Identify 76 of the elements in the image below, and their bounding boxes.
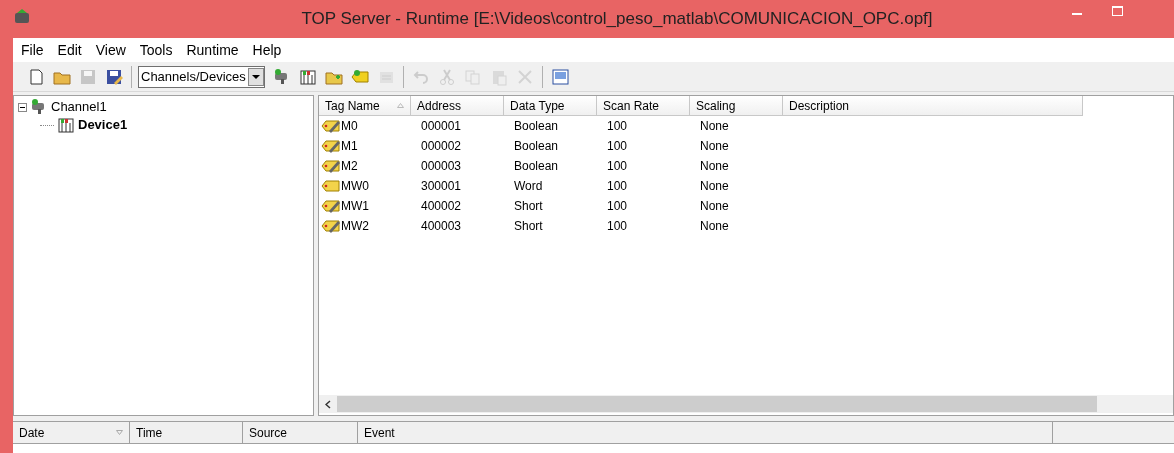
floppy-icon [79, 67, 97, 86]
table-cell-text: Word [514, 178, 543, 195]
column-header[interactable]: Date [13, 422, 130, 443]
table-cell-text: 100 [607, 218, 628, 235]
table-cell-text: Short [514, 218, 543, 235]
table-cell-text: None [700, 158, 729, 175]
tag-pencil-icon [321, 198, 341, 214]
table-cell-text: 100 [607, 158, 628, 175]
table-cell-text: 100 [607, 198, 628, 215]
app-icon [12, 6, 32, 26]
table-cell-text: Boolean [514, 118, 559, 135]
plug-icon [32, 99, 44, 114]
tag-name: M0 [341, 118, 358, 135]
scroll-left-icon[interactable] [325, 399, 331, 409]
menu-item[interactable]: Runtime [179, 39, 246, 61]
collapse-icon[interactable] [18, 102, 27, 112]
column-header[interactable]: Scan Rate [597, 96, 690, 116]
tag-pencil-icon [321, 138, 341, 154]
delete-icon [515, 67, 534, 86]
table-cell-text: 100 [607, 138, 628, 155]
dropdown-value: Channels/Devices [141, 67, 247, 86]
table-cell-text: 100 [607, 178, 628, 195]
minimize-icon [1072, 11, 1082, 15]
table-cell-text: None [700, 218, 729, 235]
menu-item[interactable]: View [88, 39, 133, 61]
column-header[interactable]: Scaling [690, 96, 783, 116]
tag-name: MW1 [341, 198, 369, 215]
horizontal-scrollbar[interactable] [319, 395, 1173, 413]
table-cell-text: 000001 [421, 118, 462, 135]
tag-pencil-icon [321, 118, 341, 134]
table-cell-text: 300001 [421, 178, 462, 195]
menu-item[interactable]: Edit [50, 39, 89, 61]
tag-name: M2 [341, 158, 358, 175]
scissors-icon [437, 67, 456, 86]
table-cell-text: Boolean [514, 138, 559, 155]
document-icon [27, 67, 45, 86]
menu-item[interactable]: Help [245, 39, 289, 61]
table-cell-text: None [700, 198, 729, 215]
column-header[interactable]: Event [358, 422, 1053, 443]
column-header[interactable]: Tag Name [319, 96, 411, 116]
column-header[interactable]: Time [130, 422, 243, 443]
tag-name: MW0 [341, 178, 369, 195]
sort-icon [397, 103, 404, 108]
scroll-thumb[interactable] [337, 396, 1097, 412]
tag-name: MW2 [341, 218, 369, 235]
tree-item[interactable]: Channel1 [51, 97, 107, 117]
view-dropdown[interactable]: Channels/Devices [138, 65, 265, 88]
menu-item[interactable]: Tools [132, 39, 180, 61]
tag-plus-icon [350, 67, 369, 86]
table-cell-text: 400003 [421, 218, 462, 235]
tag-icon [321, 178, 341, 194]
column-header[interactable]: Description [783, 96, 1083, 116]
tag-name: M1 [341, 138, 358, 155]
table-cell-text: 400002 [421, 198, 462, 215]
column-header[interactable]: Data Type [504, 96, 597, 116]
table-cell-text: Boolean [514, 158, 559, 175]
tag-pencil-icon [321, 158, 341, 174]
table-cell-text: Short [514, 198, 543, 215]
menu-item[interactable]: File [14, 39, 51, 61]
table-cell-text: None [700, 138, 729, 155]
column-header[interactable]: Address [411, 96, 504, 116]
tag-pencil-icon [321, 218, 341, 234]
table-cell-text: 000002 [421, 138, 462, 155]
floppy-pencil-icon [105, 67, 123, 86]
column-header[interactable]: Source [243, 422, 358, 443]
device-icon [298, 67, 317, 86]
maximize-icon [1111, 6, 1123, 16]
window-title: TOP Server - Runtime [E:\Videos\control_peso_matlab\COMUNICACION_OPC.opf] [301, 8, 933, 31]
tree-item[interactable]: Device1 [78, 115, 128, 135]
table-cell-text: None [700, 118, 729, 135]
quick-client-icon [550, 67, 569, 86]
sort-icon [116, 430, 123, 435]
device-icon [58, 118, 74, 133]
table-cell-text: None [700, 178, 729, 195]
table-cell-text: 000003 [421, 158, 462, 175]
table-cell-text: 100 [607, 118, 628, 135]
